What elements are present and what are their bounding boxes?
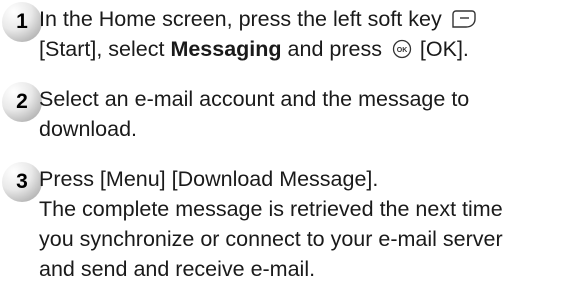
step-text: Select an e-mail account and the message… <box>39 84 554 144</box>
step-line: and send and receive e-mail. <box>39 257 316 281</box>
step-number: 1 <box>16 10 28 33</box>
instruction-steps: 1 In the Home screen, press the left sof… <box>0 0 561 284</box>
step-text: Press [Menu] [Download Message]. The com… <box>39 164 554 284</box>
step-line: [Start], select Messaging and press OK [… <box>39 37 469 61</box>
step-line: The complete message is retrieved the ne… <box>39 197 503 221</box>
step-line: download. <box>39 117 138 141</box>
step-line: you synchronize or connect to your e-mai… <box>39 227 503 251</box>
soft-key-icon <box>452 10 476 28</box>
step-text: In the Home screen, press the left soft … <box>39 4 554 64</box>
step-number: 2 <box>16 90 28 113</box>
step-line: Select an e-mail account and the message… <box>39 87 470 111</box>
step-number: 3 <box>16 170 28 193</box>
step-line: Press [Menu] [Download Message]. <box>39 167 379 191</box>
ok-key-icon: OK <box>392 39 412 59</box>
svg-text:OK: OK <box>397 47 408 54</box>
step-line: In the Home screen, press the left soft … <box>39 4 554 34</box>
